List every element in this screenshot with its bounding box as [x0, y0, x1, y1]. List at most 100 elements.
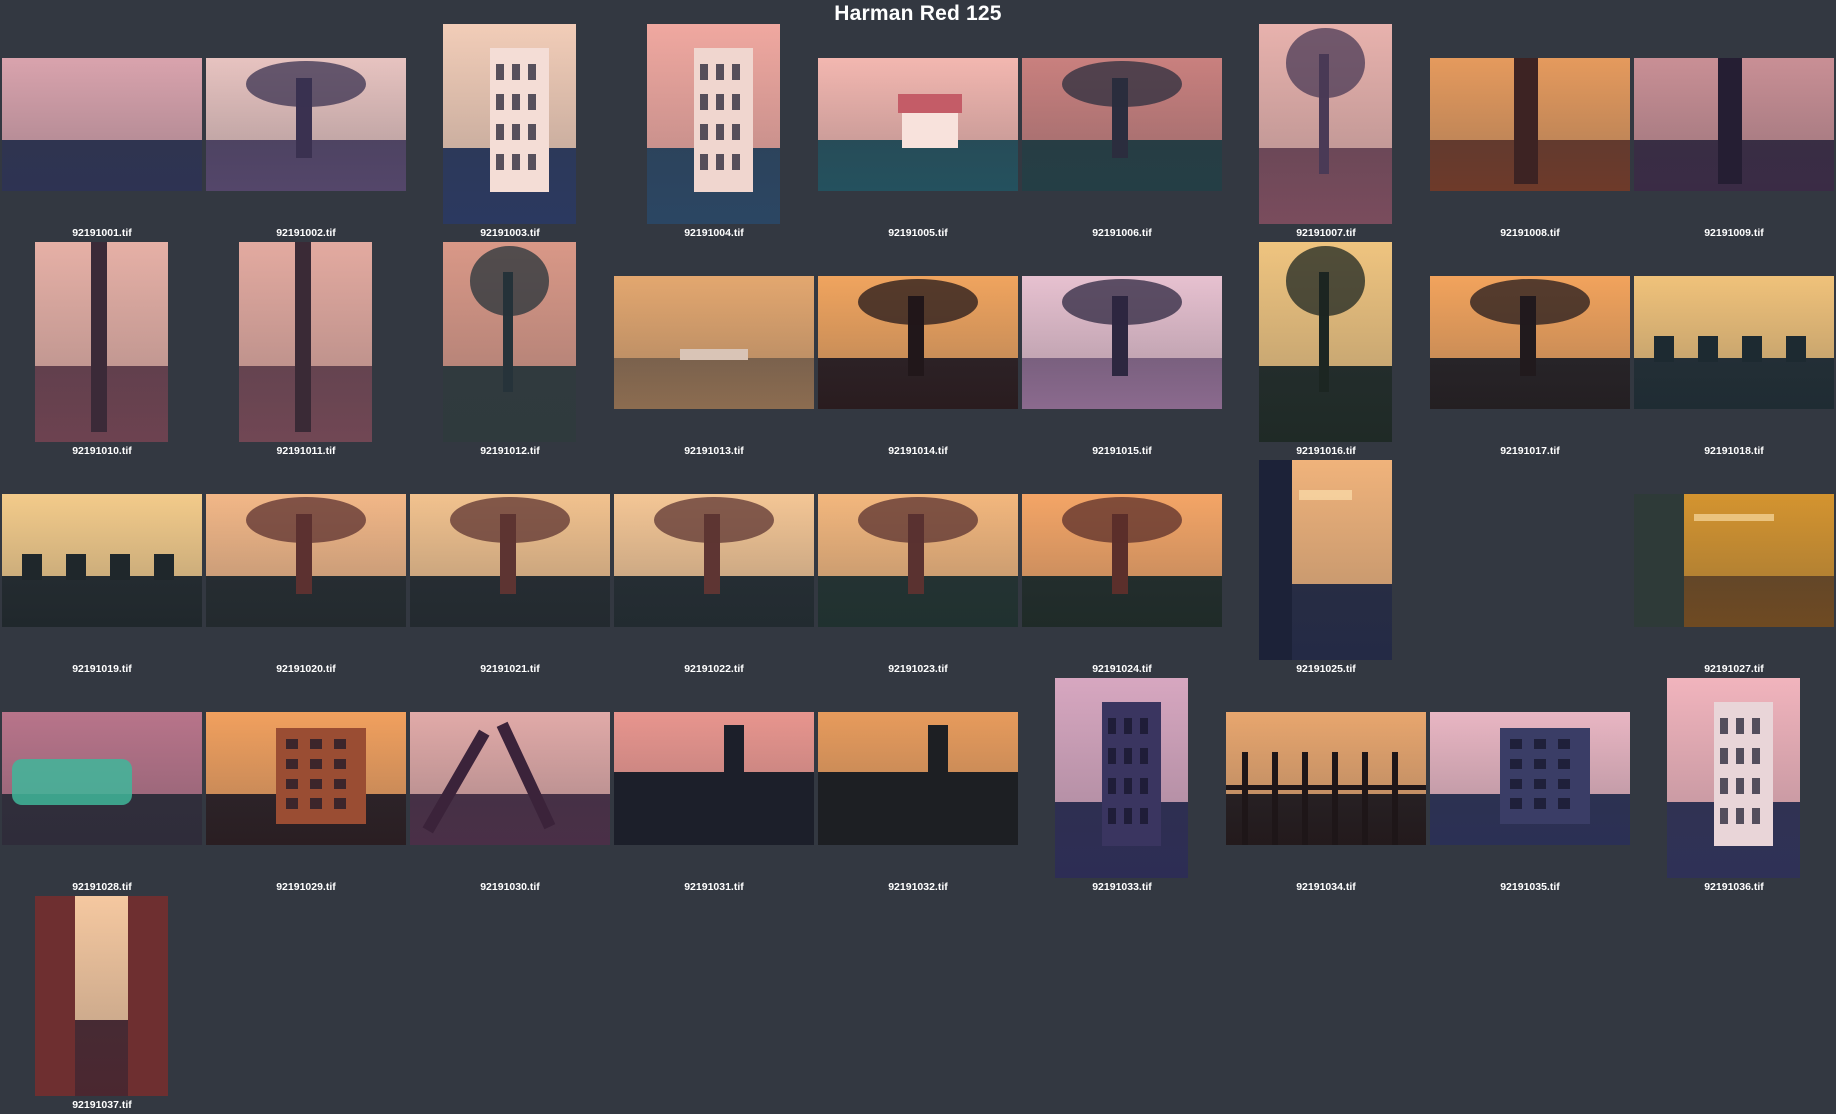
- frame-filename: 92191021.tif: [480, 663, 540, 675]
- frame-thumbnail[interactable]: [647, 24, 780, 224]
- window: [1736, 748, 1745, 764]
- frame-thumbnail[interactable]: [1259, 24, 1392, 224]
- frame-thumbnail[interactable]: [2, 494, 202, 627]
- frame-cell[interactable]: 92191036.tif: [1632, 676, 1836, 894]
- frame-cell[interactable]: 92191035.tif: [1428, 676, 1632, 894]
- frame-cell[interactable]: [1428, 458, 1632, 676]
- frame-thumbnail[interactable]: [1430, 712, 1630, 845]
- tree-canopy: [450, 496, 570, 544]
- frame-thumbnail[interactable]: [1022, 58, 1222, 191]
- frame-thumbnail[interactable]: [1259, 460, 1392, 660]
- frame-cell[interactable]: 92191008.tif: [1428, 22, 1632, 240]
- frame-cell[interactable]: 92191022.tif: [612, 458, 816, 676]
- window: [310, 738, 322, 750]
- frame-thumbnail[interactable]: [1430, 58, 1630, 191]
- tree-canopy: [469, 246, 550, 316]
- frame-thumbnail[interactable]: [1667, 678, 1800, 878]
- frame-cell[interactable]: 92191028.tif: [0, 676, 204, 894]
- frame-cell[interactable]: 92191037.tif: [0, 894, 204, 1112]
- frame-thumbnail[interactable]: [818, 712, 1018, 845]
- frame-cell[interactable]: 92191031.tif: [612, 676, 816, 894]
- frame-filename: 92191003.tif: [480, 227, 540, 239]
- window: [512, 64, 521, 80]
- frame-cell[interactable]: 92191017.tif: [1428, 240, 1632, 458]
- frame-thumbnail[interactable]: [1226, 712, 1426, 845]
- frame-thumbnail[interactable]: [1634, 494, 1834, 627]
- frame-cell[interactable]: 92191019.tif: [0, 458, 204, 676]
- window: [1752, 808, 1761, 824]
- frame-thumbnail[interactable]: [410, 712, 610, 845]
- frame-cell[interactable]: 92191014.tif: [816, 240, 1020, 458]
- window: [310, 758, 322, 770]
- window: [1534, 758, 1546, 770]
- frame-thumbnail[interactable]: [1055, 678, 1188, 878]
- tree-canopy: [246, 60, 366, 108]
- frame-thumbnail[interactable]: [35, 242, 168, 442]
- frame-cell[interactable]: 92191024.tif: [1020, 458, 1224, 676]
- frame-cell[interactable]: 92191012.tif: [408, 240, 612, 458]
- frame-cell[interactable]: 92191001.tif: [0, 22, 204, 240]
- frame-cell[interactable]: 92191004.tif: [612, 22, 816, 240]
- frame-thumbnail[interactable]: [206, 58, 406, 191]
- frame-thumbnail[interactable]: [2, 58, 202, 191]
- frame-thumbnail[interactable]: [1022, 276, 1222, 409]
- window: [1534, 778, 1546, 790]
- frame-filename: 92191010.tif: [72, 445, 132, 457]
- frame-cell[interactable]: 92191007.tif: [1224, 22, 1428, 240]
- frame-thumbnail[interactable]: [614, 276, 814, 409]
- frame-cell[interactable]: 92191033.tif: [1020, 676, 1224, 894]
- frame-cell[interactable]: 92191005.tif: [816, 22, 1020, 240]
- window: [1510, 778, 1522, 790]
- frame-thumbnail[interactable]: [614, 712, 814, 845]
- frame-cell[interactable]: 92191025.tif: [1224, 458, 1428, 676]
- frame-filename: 92191025.tif: [1296, 663, 1356, 675]
- window: [286, 778, 298, 790]
- frame-thumbnail[interactable]: [1430, 276, 1630, 409]
- frame-cell[interactable]: 92191029.tif: [204, 676, 408, 894]
- frame-cell[interactable]: 92191020.tif: [204, 458, 408, 676]
- bench: [680, 349, 748, 360]
- window: [732, 64, 741, 80]
- frame-cell[interactable]: 92191023.tif: [816, 458, 1020, 676]
- frame-thumbnail[interactable]: [1634, 58, 1834, 191]
- frame-thumbnail[interactable]: [1022, 494, 1222, 627]
- frame-thumbnail[interactable]: [443, 24, 576, 224]
- frame-cell[interactable]: 92191030.tif: [408, 676, 612, 894]
- frame-cell[interactable]: 92191018.tif: [1632, 240, 1836, 458]
- frame-cell[interactable]: 92191015.tif: [1020, 240, 1224, 458]
- frame-thumbnail[interactable]: [1634, 276, 1834, 409]
- window: [1558, 778, 1570, 790]
- frame-thumbnail[interactable]: [410, 494, 610, 627]
- frame-thumbnail[interactable]: [614, 494, 814, 627]
- frame-thumbnail[interactable]: [239, 242, 372, 442]
- frame-cell[interactable]: 92191002.tif: [204, 22, 408, 240]
- frame-thumbnail[interactable]: [35, 896, 168, 1096]
- tree-canopy: [1062, 278, 1182, 326]
- frame-thumbnail[interactable]: [206, 494, 406, 627]
- frame-cell[interactable]: 92191011.tif: [204, 240, 408, 458]
- frame-cell[interactable]: 92191016.tif: [1224, 240, 1428, 458]
- frame-filename: 92191036.tif: [1704, 881, 1764, 893]
- frame-cell[interactable]: 92191027.tif: [1632, 458, 1836, 676]
- window: [1108, 778, 1117, 794]
- fence-post: [1362, 751, 1368, 845]
- skyline: [614, 771, 814, 845]
- frame-cell[interactable]: 92191032.tif: [816, 676, 1020, 894]
- window: [1510, 738, 1522, 750]
- frame-cell[interactable]: 92191034.tif: [1224, 676, 1428, 894]
- frame-cell[interactable]: 92191021.tif: [408, 458, 612, 676]
- frame-thumbnail[interactable]: [818, 58, 1018, 191]
- window: [1124, 808, 1133, 824]
- frame-cell[interactable]: 92191003.tif: [408, 22, 612, 240]
- frame-thumbnail[interactable]: [443, 242, 576, 442]
- frame-thumbnail[interactable]: [818, 494, 1018, 627]
- window: [1140, 748, 1149, 764]
- frame-cell[interactable]: 92191006.tif: [1020, 22, 1224, 240]
- frame-thumbnail[interactable]: [1259, 242, 1392, 442]
- frame-cell[interactable]: 92191009.tif: [1632, 22, 1836, 240]
- frame-thumbnail[interactable]: [206, 712, 406, 845]
- frame-cell[interactable]: 92191013.tif: [612, 240, 816, 458]
- frame-cell[interactable]: 92191010.tif: [0, 240, 204, 458]
- frame-thumbnail[interactable]: [2, 712, 202, 845]
- frame-thumbnail[interactable]: [818, 276, 1018, 409]
